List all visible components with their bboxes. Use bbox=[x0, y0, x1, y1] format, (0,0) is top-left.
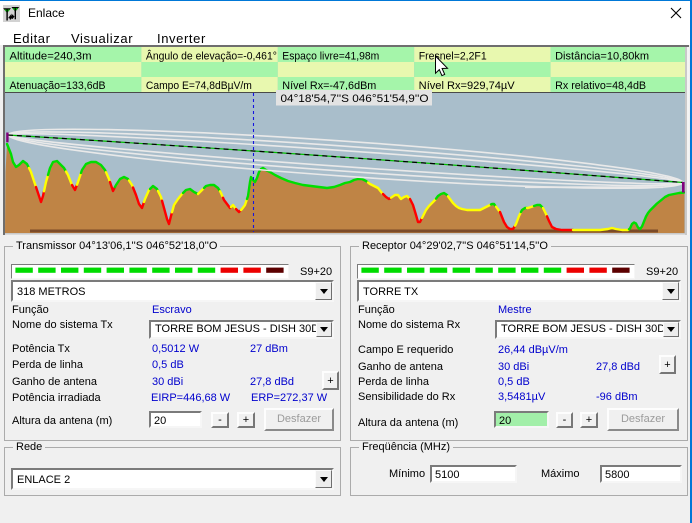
svg-text:Distância=10,80km: Distância=10,80km bbox=[555, 51, 649, 63]
svg-text:Atenuação=133,6dB: Atenuação=133,6dB bbox=[10, 80, 106, 92]
svg-text:04°18'54,7''S 046°51'54,9''O: 04°18'54,7''S 046°51'54,9''O bbox=[281, 93, 429, 105]
svg-text:Campo E=74,8dBµV/m: Campo E=74,8dBµV/m bbox=[146, 80, 252, 92]
svg-text:Altitude=240,3m: Altitude=240,3m bbox=[10, 51, 92, 63]
svg-text:Fresnel=2,2F1: Fresnel=2,2F1 bbox=[419, 51, 487, 63]
svg-text:Nível Rx=929,74µV: Nível Rx=929,74µV bbox=[419, 80, 516, 92]
svg-text:Ângulo de elevação=-0,461°: Ângulo de elevação=-0,461° bbox=[146, 50, 277, 63]
svg-text:Espaço livre=41,98m: Espaço livre=41,98m bbox=[282, 51, 379, 63]
svg-text:Rx relativo=48,4dB: Rx relativo=48,4dB bbox=[555, 80, 646, 92]
